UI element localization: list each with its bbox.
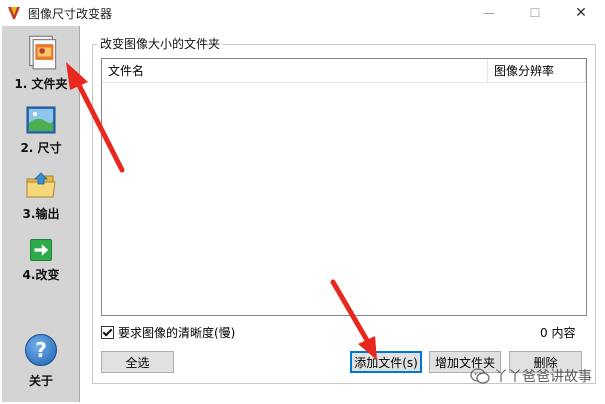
window-title: 图像尺寸改变器: [28, 7, 113, 21]
sidebar-item-change[interactable]: 4.改变: [2, 234, 80, 283]
sidebar-item-label: 4.改变: [22, 268, 60, 282]
app-window: 图像尺寸改变器 — ☐ ✕ 1. 文件夹 2. 尺寸 3.输出 4.改变 ? 关…: [0, 0, 605, 404]
sidebar-item-output[interactable]: 3.输出: [2, 170, 80, 222]
close-button[interactable]: ✕: [558, 0, 604, 26]
watermark-text: 丫丫爸爸讲故事: [494, 369, 592, 385]
list-header: 文件名 图像分辨率: [102, 59, 586, 83]
item-count: 0 内容: [540, 326, 576, 340]
green-arrow-icon: [30, 239, 52, 261]
sidebar-item-folder[interactable]: 1. 文件夹: [2, 32, 80, 92]
group-title: 改变图像大小的文件夹: [97, 35, 224, 52]
select-all-button[interactable]: 全选: [101, 351, 174, 373]
sidebar-item-label: 关于: [28, 374, 53, 388]
sidebar-item-label: 3.输出: [22, 207, 60, 221]
help-icon: ?: [25, 334, 57, 366]
sidebar-item-label: 1. 文件夹: [14, 77, 68, 91]
sidebar-item-size[interactable]: 2. 尺寸: [2, 104, 80, 156]
add-files-button[interactable]: 添加文件(s): [350, 351, 422, 373]
watermark: 丫丫爸爸讲故事: [470, 366, 592, 386]
minimize-button[interactable]: —: [466, 0, 512, 26]
sidebar-item-about[interactable]: ? 关于: [2, 334, 80, 389]
title-bar: 图像尺寸改变器 — ☐ ✕: [0, 0, 605, 26]
column-header-filename[interactable]: 文件名: [102, 59, 488, 83]
output-folder-icon: [26, 172, 56, 198]
require-sharpness-option[interactable]: 要求图像的清晰度(慢): [101, 324, 235, 341]
close-icon: ✕: [575, 5, 587, 21]
require-sharpness-label: 要求图像的清晰度(慢): [118, 326, 236, 340]
maximize-button[interactable]: ☐: [512, 0, 558, 26]
maximize-icon: ☐: [529, 6, 541, 20]
folder-images-icon: [29, 35, 57, 70]
app-logo-icon: [8, 7, 20, 19]
sidebar: 1. 文件夹 2. 尺寸 3.输出 4.改变 ? 关于: [2, 26, 80, 402]
minimize-icon: —: [483, 6, 495, 20]
require-sharpness-checkbox[interactable]: [101, 326, 114, 339]
checkmark-icon: [102, 326, 113, 337]
picture-size-icon: [26, 106, 56, 134]
column-header-resolution[interactable]: 图像分辨率: [488, 59, 586, 83]
wechat-icon: [470, 368, 490, 384]
sidebar-item-label: 2. 尺寸: [20, 141, 62, 155]
file-list[interactable]: 文件名 图像分辨率: [101, 58, 587, 316]
